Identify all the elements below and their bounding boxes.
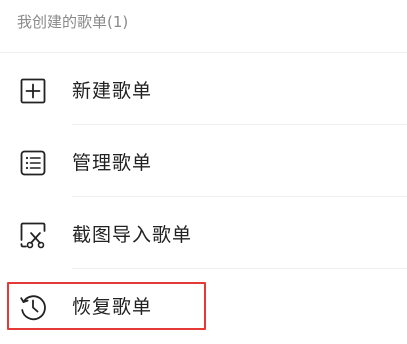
list-manage-icon — [17, 147, 49, 179]
menu-item-label: 截图导入歌单 — [72, 224, 193, 246]
menu-item-new-playlist[interactable]: 新建歌单 — [0, 53, 407, 125]
menu-item-manage-playlist[interactable]: 管理歌单 — [0, 125, 407, 197]
plus-square-icon — [17, 75, 49, 107]
menu-item-label: 管理歌单 — [72, 152, 153, 174]
menu-item-label: 恢复歌单 — [72, 296, 153, 318]
menu-item-screenshot-import[interactable]: 截图导入歌单 — [0, 197, 407, 269]
menu-item-label: 新建歌单 — [72, 80, 153, 102]
menu-item-restore-playlist[interactable]: 恢复歌单 — [0, 269, 407, 341]
section-header: 我创建的歌单(1) — [17, 13, 129, 31]
screenshot-scissors-icon — [17, 219, 49, 251]
restore-clock-icon — [17, 291, 49, 323]
